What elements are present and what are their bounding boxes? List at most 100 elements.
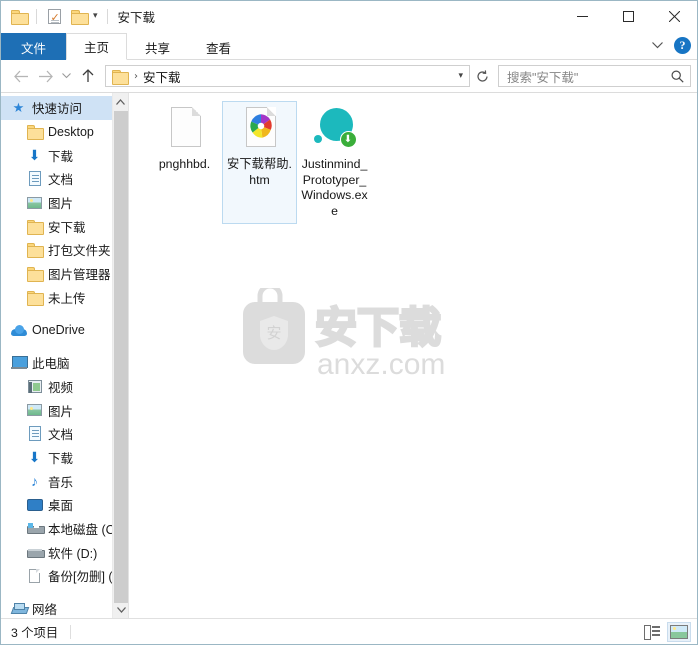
folder-icon xyxy=(26,289,44,306)
sidebar-item-8[interactable]: 未上传 xyxy=(1,286,128,310)
drive-icon xyxy=(26,544,45,561)
customize-qat-caret[interactable]: ▾ xyxy=(93,12,98,21)
sidebar-item-21[interactable]: 备份[勿删] (E: xyxy=(1,564,128,588)
folder-glyph xyxy=(11,10,29,25)
watermark-logo-char: 安 xyxy=(266,324,281,342)
sidebar-item-1[interactable]: Desktop⚲ xyxy=(1,120,128,144)
properties-button[interactable]: ✓ xyxy=(44,7,64,27)
sidebar-item-label: 打包文件夹 xyxy=(48,244,111,259)
sidebar-item-label: 文档 xyxy=(48,173,74,188)
sidebar-item-15[interactable]: 文档 xyxy=(1,422,128,446)
tab-file[interactable]: 文件 xyxy=(1,33,67,60)
breadcrumb-separator[interactable]: › xyxy=(134,71,138,82)
nav-group-separator xyxy=(1,342,128,351)
file-grid: pnghhbd. 安下载帮助.htm ⬇ Justinmind_Prototyper_… xyxy=(147,101,372,224)
file-name-label: pnghhbd. xyxy=(158,157,211,171)
scroll-up-button[interactable] xyxy=(113,93,128,110)
sidebar-item-13[interactable]: 视频 xyxy=(1,375,128,399)
breadcrumb-item-current[interactable]: 安下载 xyxy=(143,67,181,86)
file-item-1[interactable]: 安下载帮助.htm xyxy=(222,101,297,224)
close-button[interactable] xyxy=(651,1,697,32)
search-box[interactable]: 搜索"安下载" xyxy=(498,65,691,87)
justinmind-dot xyxy=(313,135,322,143)
site-watermark: 安 安下载 anxz.com xyxy=(235,283,463,388)
tab-share[interactable]: 共享 xyxy=(127,33,188,60)
sidebar-item-14[interactable]: 图片 xyxy=(1,398,128,422)
music-icon: ♪ xyxy=(31,473,38,490)
document-icon xyxy=(26,425,43,442)
help-icon[interactable]: ? xyxy=(674,37,691,54)
sidebar-item-12[interactable]: 此电脑 xyxy=(1,351,128,375)
sidebar-item-label: 视频 xyxy=(48,380,74,395)
justinmind-installer-icon: ⬇ xyxy=(311,105,359,153)
qat-divider-1 xyxy=(36,9,37,24)
sidebar-item-17[interactable]: ♪ 音乐 xyxy=(1,469,128,493)
up-button[interactable] xyxy=(75,63,101,89)
file-drive-icon xyxy=(26,567,43,584)
pictures-icon xyxy=(26,194,43,211)
sidebar-item-7[interactable]: 图片管理器 xyxy=(1,262,128,286)
back-button[interactable] xyxy=(9,63,33,89)
file-list-view[interactable]: 安 安下载 anxz.com pnghhbd. 安下载帮助.htm ⬇ Justinm… xyxy=(129,93,697,618)
folder-icon xyxy=(26,241,44,259)
sidebar-item-23[interactable]: 网络 xyxy=(1,597,128,618)
ribbon-tab-bar: 文件 主页 共享 查看 ? xyxy=(1,32,697,60)
minimize-button[interactable] xyxy=(559,1,605,32)
address-bar: › 安下载 ▾ 搜索"安下载" xyxy=(1,60,697,92)
sidebar-item-label: 网络 xyxy=(32,603,58,618)
new-folder-button[interactable] xyxy=(69,7,89,27)
file-item-0[interactable]: pnghhbd. xyxy=(147,101,222,224)
folder-icon xyxy=(26,265,44,283)
qat-divider-3 xyxy=(106,9,108,24)
search-input[interactable]: 搜索"安下载" xyxy=(507,67,671,86)
ribbon-right-controls: ? xyxy=(649,37,691,54)
navigation-scrollbar[interactable] xyxy=(112,93,128,618)
view-mode-buttons xyxy=(640,621,691,642)
star-icon: ★ xyxy=(12,100,25,116)
watermark-site: anxz.com xyxy=(317,348,445,381)
navigation-tree: ★快速访问Desktop⚲⬇下载⚲文档⚲图片⚲安下载打包文件夹图片管理器未上传 O… xyxy=(1,93,128,618)
tab-home[interactable]: 主页 xyxy=(66,33,128,60)
sidebar-item-label: 未上传 xyxy=(48,291,86,306)
sidebar-item-label: 软件 (D:) xyxy=(48,546,98,561)
scroll-down-button[interactable] xyxy=(113,601,128,618)
desktop-icon xyxy=(26,496,43,513)
status-bar: 3 个项目 xyxy=(1,618,697,644)
scrollbar-thumb[interactable] xyxy=(114,111,128,603)
folder-icon xyxy=(26,123,44,141)
address-breadcrumb-box[interactable]: › 安下载 ▾ xyxy=(105,65,470,87)
tab-view[interactable]: 查看 xyxy=(188,33,249,60)
large-icons-view-button[interactable] xyxy=(667,621,691,642)
forward-button[interactable] xyxy=(33,63,57,89)
sidebar-item-0[interactable]: ★ 快速访问 xyxy=(1,96,128,120)
new-folder-icon xyxy=(71,10,89,25)
maximize-button[interactable] xyxy=(605,1,651,32)
sidebar-item-4[interactable]: 图片⚲ xyxy=(1,191,128,215)
sidebar-item-label: OneDrive xyxy=(32,323,85,338)
nav-group-separator xyxy=(1,309,128,318)
refresh-button[interactable] xyxy=(471,65,493,87)
chevron-down-icon[interactable] xyxy=(649,38,665,54)
sidebar-item-label: 下载 xyxy=(48,451,74,466)
sidebar-item-18[interactable]: 桌面 xyxy=(1,493,128,517)
download-badge-icon: ⬇ xyxy=(339,131,357,148)
sidebar-item-3[interactable]: 文档⚲ xyxy=(1,167,128,191)
item-count-label: 3 个项目 xyxy=(11,625,59,640)
download-icon: ⬇ xyxy=(28,147,41,164)
sidebar-item-20[interactable]: 软件 (D:) xyxy=(1,540,128,564)
file-item-2[interactable]: ⬇ Justinmind_Prototyper_Windows.exe xyxy=(297,101,372,224)
sidebar-item-6[interactable]: 打包文件夹 xyxy=(1,238,128,262)
sidebar-item-label: 音乐 xyxy=(48,475,74,490)
properties-icon: ✓ xyxy=(47,9,61,24)
details-view-button[interactable] xyxy=(640,622,664,642)
sidebar-item-5[interactable]: 安下载 xyxy=(1,214,128,238)
status-divider xyxy=(70,624,72,639)
save-folder-icon[interactable] xyxy=(9,7,29,27)
address-dropdown-caret[interactable]: ▾ xyxy=(458,71,463,81)
sidebar-item-19[interactable]: 本地磁盘 (C:) xyxy=(1,517,128,541)
sidebar-item-16[interactable]: ⬇ 下载 xyxy=(1,446,128,470)
sidebar-item-10[interactable]: OneDrive xyxy=(1,318,128,342)
recent-locations-button[interactable] xyxy=(57,63,75,89)
sidebar-item-2[interactable]: ⬇下载⚲ xyxy=(1,143,128,167)
folder-icon xyxy=(26,218,44,235)
